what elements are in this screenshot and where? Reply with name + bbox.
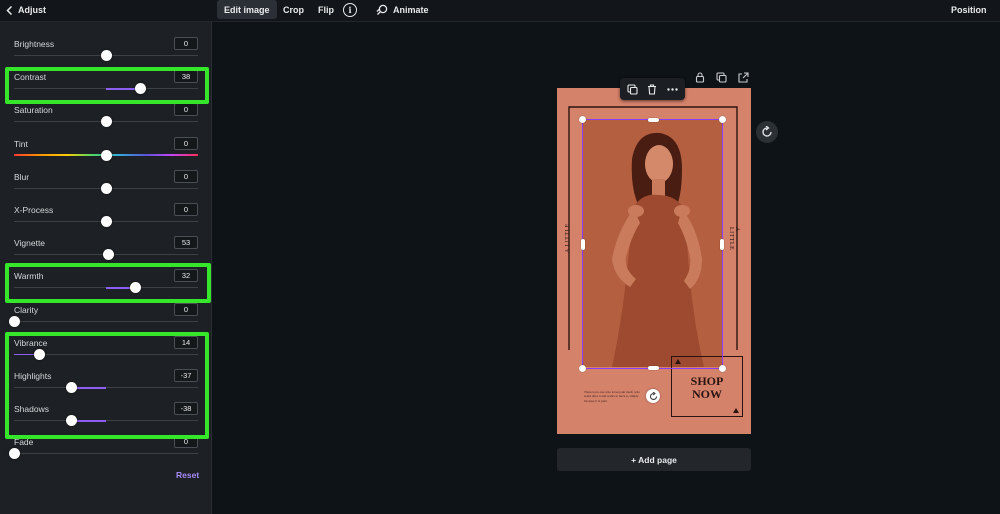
adjustment-label: Highlights	[14, 371, 52, 381]
adjustment-label: Brightness	[14, 39, 55, 49]
adjustment-value-input[interactable]: 32	[174, 269, 198, 283]
adjustment-highlights: Highlights -37	[0, 369, 212, 404]
adjustment-value-input[interactable]: 53	[174, 236, 198, 250]
shop-now-box[interactable]: SHOP NOW	[671, 356, 743, 417]
slider-thumb[interactable]	[103, 249, 115, 261]
adjustment-label: Saturation	[14, 105, 53, 116]
rotate-icon[interactable]	[646, 389, 660, 403]
adjustment-value-input[interactable]: 38	[174, 70, 198, 84]
slider-thumb[interactable]	[100, 116, 112, 128]
adjustment-clarity: Clarity 0	[0, 302, 212, 338]
adjustment-fade: Fade 0	[0, 435, 212, 470]
slider-fill	[71, 387, 106, 389]
adjustment-label: Warmth	[14, 271, 44, 282]
adjustment-warmth: Warmth 32	[0, 269, 212, 304]
slider-thumb[interactable]	[100, 182, 112, 194]
slider-thumb[interactable]	[66, 382, 78, 393]
chevron-left-icon	[6, 5, 13, 15]
slider-thumb[interactable]	[8, 315, 20, 327]
adjustment-label: Contrast	[14, 72, 47, 83]
adjustment-blur: Blur 0	[0, 169, 212, 205]
adjustment-value-input[interactable]: 0	[174, 103, 198, 117]
slider-thumb[interactable]	[135, 83, 147, 95]
element-toolbar	[620, 78, 685, 100]
slider-thumb[interactable]	[100, 50, 112, 61]
photo-image	[582, 119, 723, 367]
adjustment-label: Vibrance	[14, 337, 48, 348]
slider-thumb[interactable]	[129, 282, 141, 294]
refresh-icon[interactable]	[756, 121, 778, 143]
share-icon[interactable]	[737, 71, 750, 84]
adjustment-value-input[interactable]: -37	[174, 369, 198, 382]
add-page-button[interactable]: + Add page	[557, 448, 751, 471]
adjustment-value-input[interactable]: 0	[174, 136, 198, 150]
adjustment-label: Clarity	[14, 304, 39, 315]
more-icon[interactable]	[664, 81, 680, 97]
adjustment-saturation: Saturation 0	[0, 103, 212, 138]
adjustment-shadows: Shadows -38	[0, 402, 212, 437]
shop-now-text: SHOP NOW	[690, 374, 724, 401]
page-actions	[693, 71, 750, 84]
adjustment-value-input[interactable]: 0	[174, 37, 198, 50]
adjustment-label: Tint	[14, 138, 28, 149]
triangle-top-left	[675, 359, 681, 364]
model-photo[interactable]	[582, 119, 723, 367]
trash-icon[interactable]	[644, 81, 660, 97]
copy-page-icon[interactable]	[715, 71, 728, 84]
slider-thumb[interactable]	[100, 149, 112, 161]
adjustment-label: X-Process	[14, 205, 54, 215]
design-page[interactable]: A LITTLE A LITTLE SHOP NOW There is no o…	[557, 88, 751, 434]
slider-thumb[interactable]	[100, 216, 112, 227]
side-text-left: A LITTLE	[565, 223, 571, 253]
back-button[interactable]: Adjust	[6, 2, 46, 18]
animate-label: Animate	[393, 4, 429, 15]
slider-track[interactable]	[14, 420, 198, 422]
adjustment-value-input[interactable]: -38	[174, 402, 198, 416]
slider-thumb[interactable]	[34, 348, 46, 360]
adjustment-value-input[interactable]: 0	[174, 435, 198, 449]
adjustment-value-input[interactable]: 14	[174, 335, 198, 349]
lock-icon[interactable]	[693, 71, 706, 84]
reset-button[interactable]: Reset	[176, 470, 199, 480]
slider-thumb[interactable]	[65, 415, 77, 427]
adjustment-value-input[interactable]: 0	[174, 302, 198, 316]
info-icon[interactable]: i	[343, 3, 357, 17]
adjustment-vibrance: Vibrance 14	[0, 335, 212, 371]
adjustment-tint: Tint 0	[0, 136, 212, 172]
position-button[interactable]: Position	[944, 0, 994, 19]
top-toolbar: Adjust Edit image Crop Flip i Animate Po…	[0, 0, 1000, 22]
triangle-bottom-right	[733, 408, 739, 413]
adjustment-value-input[interactable]: 0	[174, 203, 198, 216]
slider-thumb[interactable]	[8, 448, 20, 460]
duplicate-icon[interactable]	[625, 81, 641, 97]
adjustment-label: Blur	[14, 171, 30, 182]
adjustment-contrast: Contrast 38	[0, 70, 212, 105]
adjustment-brightness: Brightness 0	[0, 37, 212, 72]
edit-image-button[interactable]: Edit image	[217, 0, 277, 19]
animate-icon	[376, 4, 388, 15]
adjustment-value-input[interactable]: 0	[174, 169, 198, 183]
adjustment-label: Shadows	[14, 404, 49, 415]
animate-button[interactable]: Animate	[369, 0, 436, 19]
side-text-right: A LITTLE	[728, 227, 740, 251]
blurb-text: There is no one who loves pain itself, w…	[584, 390, 640, 403]
adjustment-label: Vignette	[14, 238, 46, 249]
adjustment-x-process: X-Process 0	[0, 203, 212, 238]
back-label: Adjust	[18, 5, 46, 15]
slider-track[interactable]	[14, 320, 198, 322]
slider-track[interactable]	[14, 453, 198, 455]
slider-track[interactable]	[14, 387, 198, 388]
flip-button[interactable]: Flip	[311, 0, 341, 19]
adjust-panel: Brightness 0 Contrast 38 Saturation 0 Tint 0 Blu…	[0, 22, 212, 514]
adjustment-label: Fade	[14, 437, 34, 448]
crop-button[interactable]: Crop	[276, 0, 311, 19]
adjustment-vignette: Vignette 53	[0, 236, 212, 271]
